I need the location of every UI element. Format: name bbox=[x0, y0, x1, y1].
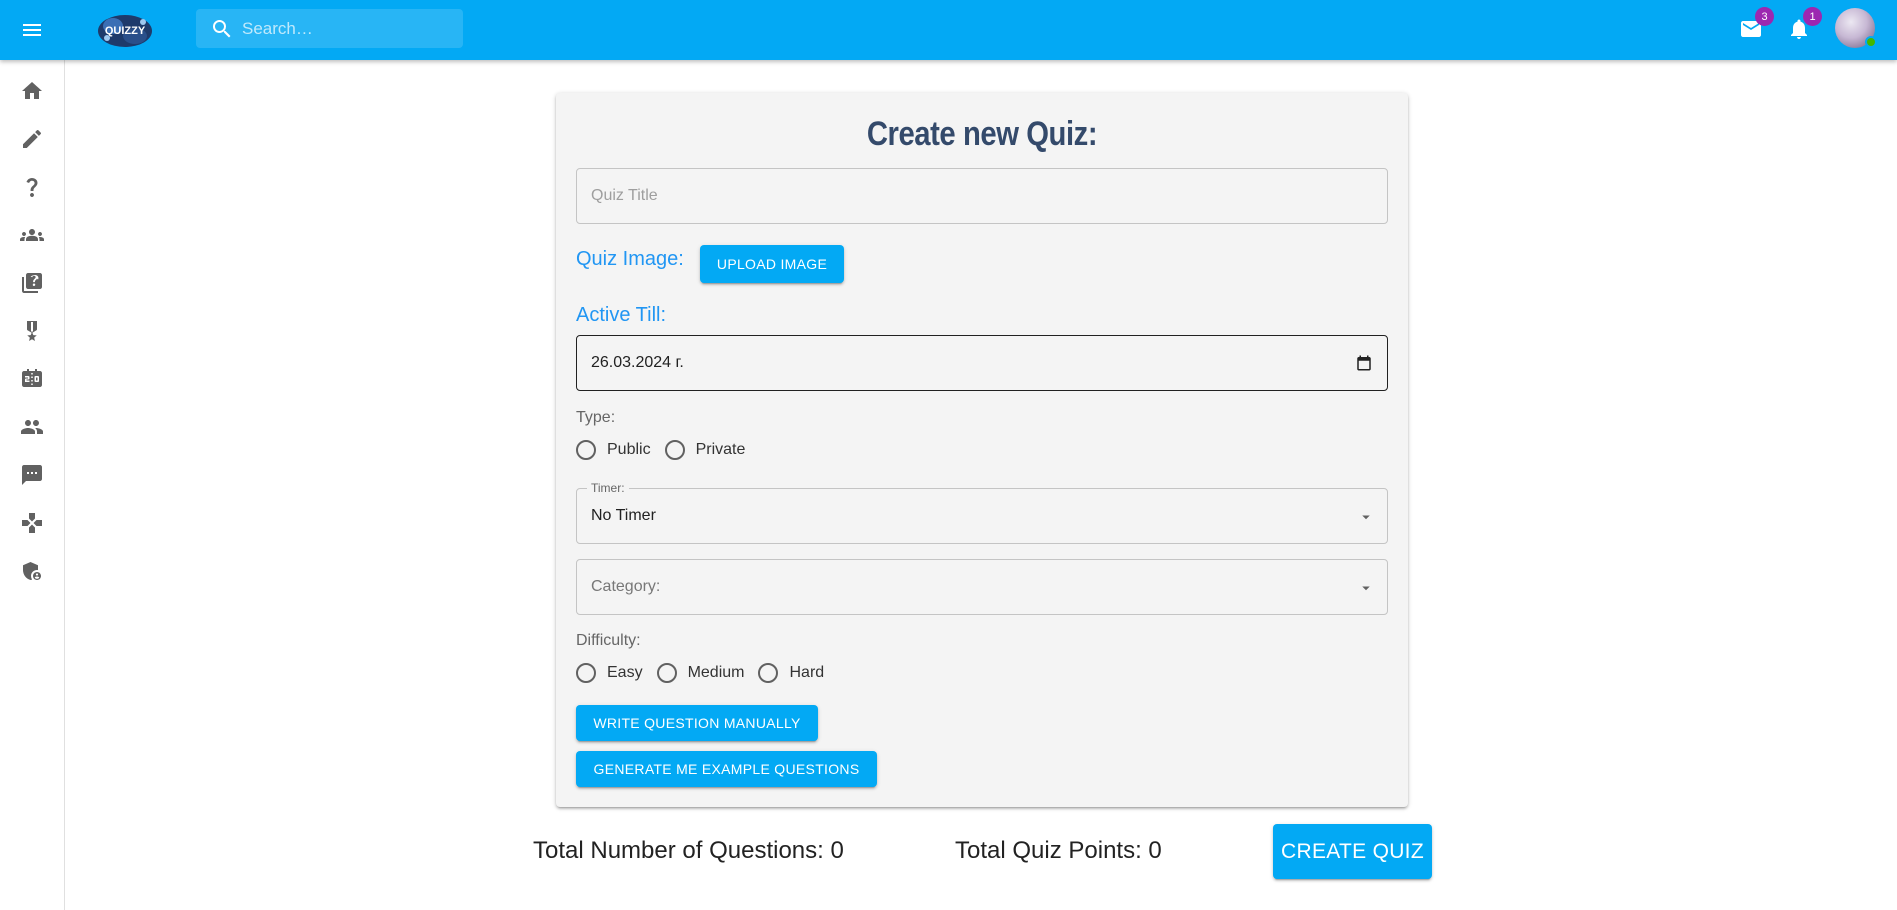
timer-legend: Timer: bbox=[587, 481, 629, 495]
sidebar-item-questions[interactable] bbox=[0, 165, 64, 209]
timer-value: No Timer bbox=[591, 507, 656, 524]
total-questions-count: Total Number of Questions: 0 bbox=[533, 837, 844, 864]
type-public-label: Public bbox=[607, 441, 651, 458]
type-public-radio[interactable]: Public bbox=[576, 440, 651, 460]
radio-circle[interactable] bbox=[576, 663, 596, 683]
category-placeholder: Category: bbox=[591, 578, 661, 595]
dropdown-arrow-icon bbox=[1362, 586, 1370, 591]
search-box[interactable] bbox=[196, 9, 463, 48]
active-till-value: 26.03.2024 г. bbox=[591, 354, 684, 371]
type-radio-group: Public Private bbox=[576, 440, 759, 460]
create-quiz-button[interactable]: CREATE QUIZ bbox=[1273, 824, 1432, 879]
radio-circle[interactable] bbox=[664, 440, 685, 460]
sidebar-item-games[interactable] bbox=[0, 501, 64, 545]
create-quiz-card: Create new Quiz: Quiz Image: UPLOAD IMAG… bbox=[556, 93, 1408, 807]
quiz-title-field[interactable] bbox=[576, 168, 1388, 224]
difficulty-medium-radio[interactable]: Medium bbox=[656, 663, 745, 683]
mail-button[interactable]: 3 bbox=[1736, 7, 1774, 44]
menu-button[interactable] bbox=[14, 14, 50, 46]
question-mark-icon bbox=[26, 178, 38, 197]
difficulty-medium-label: Medium bbox=[687, 664, 745, 681]
sidebar-item-create[interactable] bbox=[0, 117, 64, 161]
groups-icon bbox=[20, 229, 44, 241]
sidebar-item-leaderboard[interactable] bbox=[0, 309, 64, 353]
trophy-icon bbox=[27, 321, 37, 341]
upload-image-button[interactable]: UPLOAD IMAGE bbox=[700, 245, 844, 283]
sidebar-item-scoreboard[interactable] bbox=[0, 357, 64, 401]
quiz-title-input[interactable] bbox=[577, 169, 1387, 223]
search-icon bbox=[213, 19, 231, 37]
radio-circle[interactable] bbox=[576, 440, 596, 460]
difficulty-hard-radio[interactable]: Hard bbox=[758, 663, 824, 683]
user-avatar[interactable] bbox=[1835, 8, 1877, 48]
difficulty-easy-label: Easy bbox=[607, 664, 643, 681]
sidebar-item-chat[interactable] bbox=[0, 453, 64, 497]
active-till-date-field[interactable]: 26.03.2024 г. bbox=[576, 335, 1388, 391]
admin-shield-icon bbox=[23, 562, 41, 580]
total-quiz-points: Total Quiz Points: 0 bbox=[955, 837, 1162, 864]
menu-icon bbox=[23, 24, 41, 36]
difficulty-easy-radio[interactable]: Easy bbox=[576, 663, 643, 683]
dropdown-arrow-icon bbox=[1362, 515, 1370, 520]
calendar-icon[interactable] bbox=[1355, 354, 1373, 372]
active-till-label: Active Till: bbox=[576, 304, 667, 326]
app-bar: QUIZZY 3 1 bbox=[0, 0, 1897, 60]
generate-example-questions-button[interactable]: GENERATE ME EXAMPLE QUESTIONS bbox=[576, 751, 877, 787]
type-private-label: Private bbox=[695, 441, 746, 458]
difficulty-hard-label: Hard bbox=[789, 664, 825, 681]
pencil-icon bbox=[23, 129, 42, 148]
sidebar-item-groups[interactable] bbox=[0, 213, 64, 257]
quiz-library-icon bbox=[22, 273, 42, 293]
type-private-radio[interactable]: Private bbox=[664, 440, 746, 460]
quizzy-logo[interactable]: QUIZZY bbox=[95, 8, 155, 52]
quiz-image-label: Quiz Image: bbox=[576, 248, 684, 270]
sidebar-item-home[interactable] bbox=[0, 69, 64, 113]
category-select[interactable]: Category: bbox=[576, 559, 1388, 615]
people-icon bbox=[21, 420, 43, 434]
mail-badge: 3 bbox=[1755, 7, 1774, 26]
gamepad-icon bbox=[22, 513, 42, 533]
difficulty-label: Difficulty: bbox=[576, 632, 641, 649]
page-title: Create new Quiz: bbox=[866, 115, 1098, 153]
notifications-button[interactable]: 1 bbox=[1784, 7, 1822, 44]
online-status-dot bbox=[1865, 36, 1877, 48]
write-question-manually-button[interactable]: WRITE QUESTION MANUALLY bbox=[576, 705, 818, 741]
radio-circle[interactable] bbox=[656, 663, 677, 683]
sidebar-item-admin[interactable] bbox=[0, 549, 64, 593]
type-label: Type: bbox=[576, 409, 616, 426]
chat-icon bbox=[22, 465, 42, 485]
logo-text: QUIZZY bbox=[105, 25, 146, 37]
sidebar-item-friends[interactable] bbox=[0, 405, 64, 449]
radio-circle[interactable] bbox=[758, 663, 779, 683]
notifications-badge: 1 bbox=[1803, 7, 1822, 26]
difficulty-radio-group: Easy Medium Hard bbox=[576, 663, 838, 683]
sidebar bbox=[0, 60, 65, 910]
scoreboard-icon bbox=[22, 369, 42, 387]
home-icon bbox=[22, 82, 42, 99]
timer-select[interactable]: Timer: No Timer bbox=[576, 481, 1388, 544]
search-input[interactable] bbox=[242, 18, 442, 39]
sidebar-item-quiz-library[interactable] bbox=[0, 261, 64, 305]
